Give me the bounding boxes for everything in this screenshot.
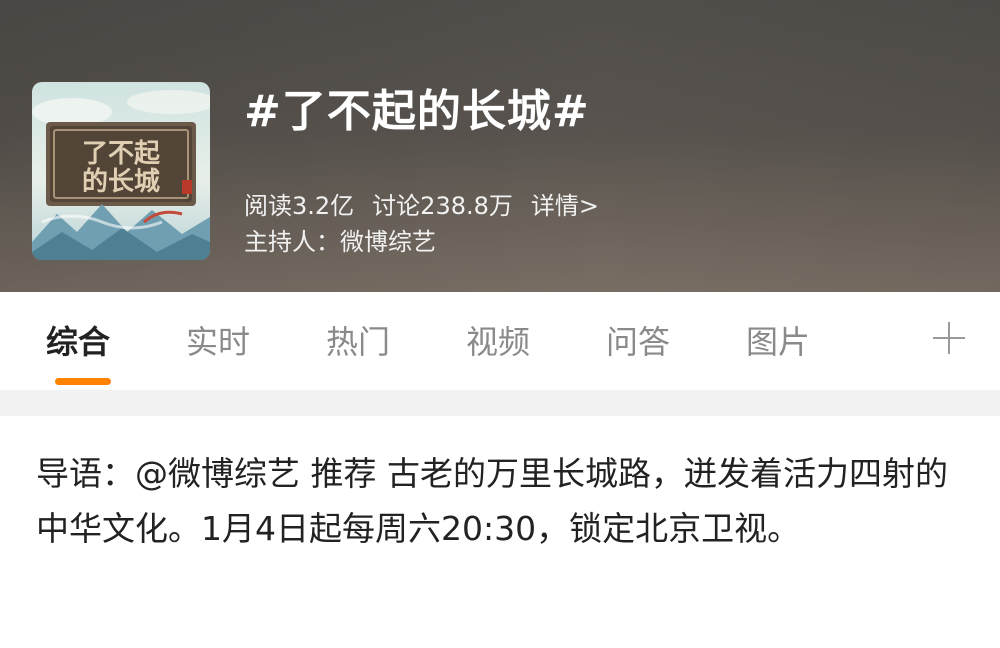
topic-cover-image[interactable]: 了不起 的长城: [32, 82, 210, 260]
cover-artwork: 了不起 的长城: [32, 90, 210, 260]
tab-qa[interactable]: 问答: [606, 322, 670, 362]
active-tab-indicator: [55, 378, 111, 385]
cover-title-line2: 的长城: [82, 166, 160, 197]
topic-host: 主持人：微博综艺: [244, 228, 436, 256]
tab-video[interactable]: 视频: [466, 322, 530, 362]
cover-title-line1: 了不起: [82, 139, 161, 169]
topic-stats: 阅读3.2亿 讨论238.8万 详情>: [244, 190, 617, 222]
tab-realtime[interactable]: 实时: [186, 322, 250, 362]
topic-lead-text: 导语：@微博综艺 推荐 古老的万里长城路，迸发着活力四射的中华文化。1月4日起每…: [36, 454, 948, 548]
read-count: 阅读3.2亿: [244, 192, 355, 220]
add-tab-plus-icon[interactable]: [929, 318, 969, 358]
topic-title: #了不起的长城#: [244, 86, 590, 137]
tab-comprehensive[interactable]: 综合: [46, 322, 110, 362]
tab-hot[interactable]: 热门: [326, 322, 390, 362]
tab-images[interactable]: 图片: [746, 322, 810, 362]
section-divider: [0, 390, 1000, 416]
details-link[interactable]: 详情>: [531, 192, 599, 220]
discussion-count: 讨论238.8万: [372, 192, 513, 220]
